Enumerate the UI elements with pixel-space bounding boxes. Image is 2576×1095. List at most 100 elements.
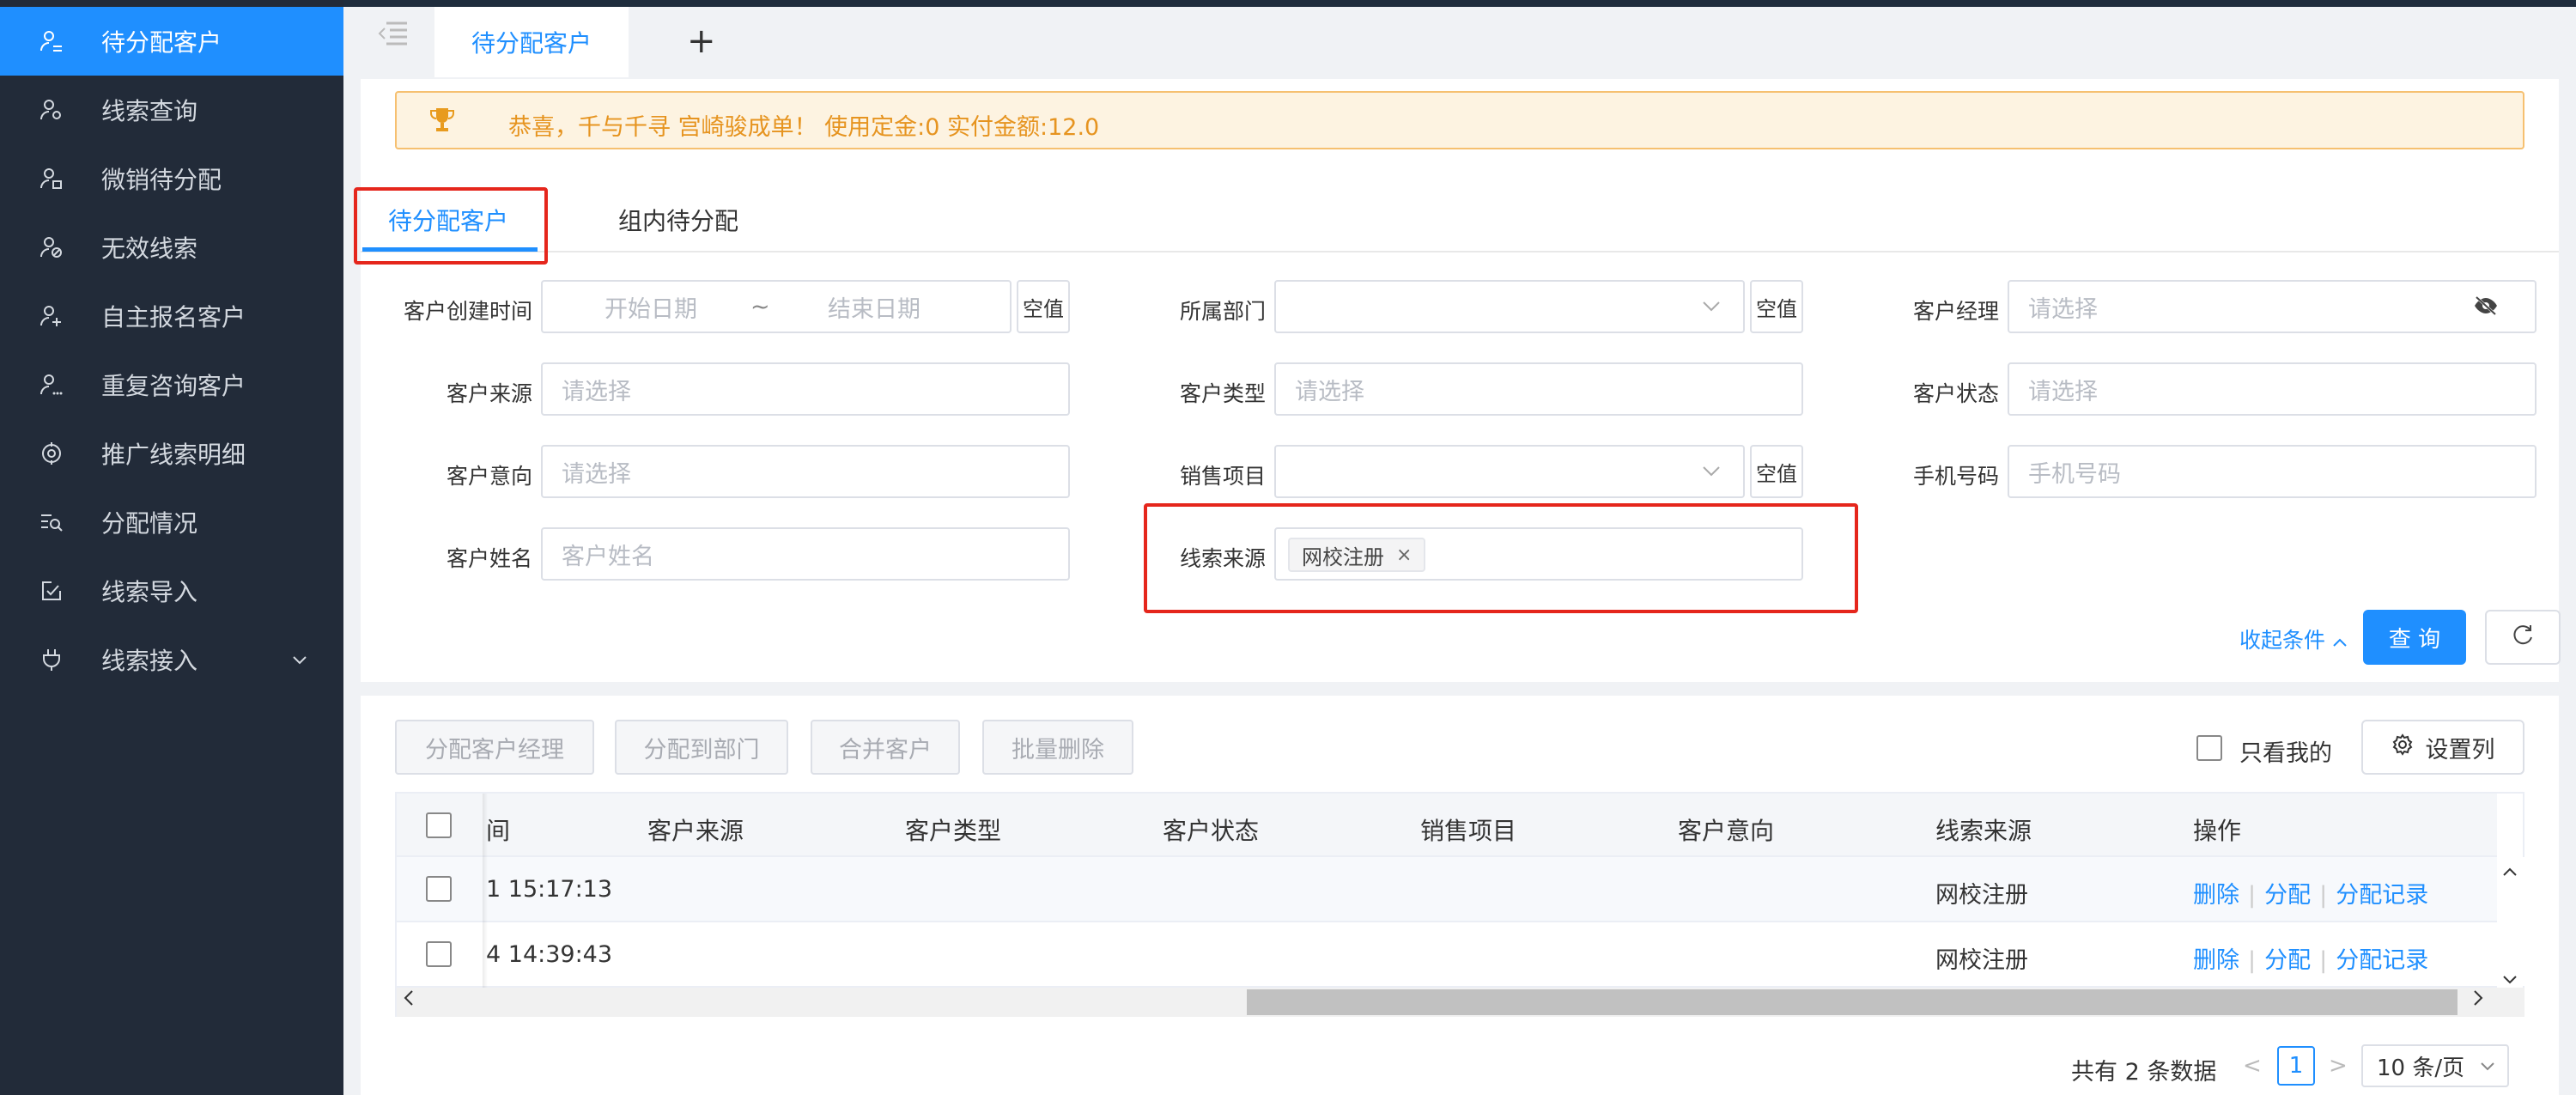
merge-customers-button[interactable]: 合并客户 [811, 720, 960, 775]
tab-group-pending[interactable]: 组内待分配 [618, 203, 738, 237]
horizontal-scrollbar[interactable] [397, 988, 2524, 1017]
department-label: 所属部门 [1179, 299, 1266, 324]
sidebar-item-lead-access[interactable]: 线索接入 [0, 625, 343, 694]
department-select[interactable] [1274, 280, 1745, 333]
source-select[interactable]: 请选择 [541, 362, 1070, 416]
type-placeholder: 请选择 [1295, 378, 1364, 405]
intent-label: 客户意向 [446, 464, 532, 489]
only-mine-label: 只看我的 [2239, 740, 2332, 767]
phone-placeholder: 手机号码 [2028, 460, 2121, 488]
fixed-column-shadow [483, 794, 488, 988]
scroll-up-icon[interactable] [2502, 861, 2518, 881]
status-label: 客户状态 [1912, 381, 1999, 406]
status-placeholder: 请选择 [2028, 378, 2098, 405]
name-input[interactable]: 客户姓名 [541, 527, 1070, 581]
select-all-checkbox[interactable] [426, 812, 452, 838]
query-button[interactable]: 查 询 [2363, 610, 2466, 665]
list-search-icon [38, 508, 65, 536]
sidebar-item-self-signup[interactable]: 自主报名客户 [0, 282, 343, 350]
chevron-down-icon [2480, 1055, 2495, 1076]
divider: | [2319, 947, 2328, 974]
refresh-button[interactable] [2485, 610, 2561, 665]
sidebar: 待分配客户 线索查询 微销待分配 无效线索 自主报名客户 重复咨询客户 推广线索… [0, 0, 343, 1095]
success-notice: 恭喜，千与千寻 宫崎骏成单！ 使用定金:0 实付金额:12.0 [395, 91, 2524, 149]
next-page-button[interactable]: > [2329, 1053, 2348, 1079]
sidebar-item-wechat-pending[interactable]: 微销待分配 [0, 144, 343, 213]
set-columns-button[interactable]: 设置列 [2361, 720, 2524, 775]
sidebar-item-repeat-inquiry[interactable]: 重复咨询客户 [0, 350, 343, 419]
intent-select[interactable]: 请选择 [541, 445, 1070, 498]
assign-log-link[interactable]: 分配记录 [2336, 947, 2428, 974]
type-select[interactable]: 请选择 [1274, 362, 1803, 416]
table-row[interactable]: 1 15:17:13 网校注册 删除 | 分配 | 分配记录 [397, 857, 2497, 922]
chevron-up-icon [2332, 628, 2348, 653]
menu-collapse-icon[interactable] [378, 19, 412, 53]
add-tab-button[interactable]: + [687, 24, 716, 58]
source-label: 客户来源 [446, 381, 532, 406]
cell-time: 1 15:17:13 [486, 876, 613, 903]
scroll-down-icon[interactable] [2502, 969, 2518, 989]
scroll-right-icon[interactable] [2473, 989, 2483, 1012]
sidebar-item-label: 线索接入 [101, 647, 198, 675]
sidebar-item-assign-status[interactable]: 分配情况 [0, 488, 343, 557]
batch-delete-button[interactable]: 批量删除 [982, 720, 1133, 775]
department-null-button[interactable]: 空值 [1750, 280, 1803, 333]
sidebar-item-lead-import[interactable]: 线索导入 [0, 557, 343, 625]
sidebar-item-promo-leads[interactable]: 推广线索明细 [0, 419, 343, 488]
user-signup-icon [38, 302, 65, 330]
assign-log-link[interactable]: 分配记录 [2336, 882, 2428, 909]
phone-input[interactable]: 手机号码 [2008, 445, 2537, 498]
tab-pending-customers[interactable]: 待分配客户 [434, 7, 629, 77]
page-size-value: 10 条/页 [2377, 1055, 2465, 1081]
table-row[interactable]: 4 14:39:43 网校注册 删除 | 分配 | 分配记录 [397, 922, 2497, 988]
page-size-select[interactable]: 10 条/页 [2361, 1044, 2509, 1087]
sidebar-item-pending-customers[interactable]: 待分配客户 [0, 7, 343, 76]
sidebar-item-label: 自主报名客户 [101, 303, 246, 332]
assign-manager-button[interactable]: 分配客户经理 [395, 720, 594, 775]
manager-placeholder: 请选择 [2028, 295, 2098, 323]
sidebar-item-invalid-leads[interactable]: 无效线索 [0, 213, 343, 282]
refresh-icon [2512, 623, 2534, 653]
create-time-range[interactable]: 开始日期 ~ 结束日期 [541, 280, 1012, 333]
column-header: 客户状态 [1163, 817, 1260, 845]
scroll-left-icon[interactable] [404, 989, 414, 1012]
sidebar-item-label: 待分配客户 [101, 28, 222, 57]
only-mine-checkbox[interactable] [2196, 735, 2222, 761]
row-checkbox[interactable] [426, 941, 452, 967]
source-placeholder: 请选择 [562, 378, 631, 405]
sales-project-select[interactable] [1274, 445, 1745, 498]
assign-link[interactable]: 分配 [2264, 947, 2311, 974]
column-header: 线索来源 [1935, 817, 2032, 845]
delete-link[interactable]: 删除 [2193, 882, 2239, 909]
page-number-current[interactable]: 1 [2277, 1046, 2315, 1086]
column-header: 客户类型 [905, 817, 1002, 845]
sidebar-item-label: 微销待分配 [101, 166, 222, 194]
sidebar-item-lead-query[interactable]: 线索查询 [0, 76, 343, 144]
prev-page-button[interactable]: < [2243, 1053, 2262, 1079]
column-header: 客户意向 [1678, 817, 1775, 845]
scrollbar-thumb[interactable] [1247, 989, 2458, 1015]
sidebar-item-label: 无效线索 [101, 234, 198, 263]
divider: | [2248, 882, 2257, 909]
pagination-total: 共有 2 条数据 [2071, 1059, 2217, 1086]
cell-time: 4 14:39:43 [486, 941, 613, 968]
chevron-down-icon [1702, 461, 1721, 483]
create-time-null-button[interactable]: 空值 [1017, 280, 1070, 333]
sidebar-item-label: 推广线索明细 [101, 441, 246, 469]
status-select[interactable]: 请选择 [2008, 362, 2537, 416]
user-invalid-icon [38, 234, 65, 261]
row-checkbox[interactable] [426, 876, 452, 902]
tab-bar [343, 7, 2576, 77]
trophy-icon [429, 106, 455, 138]
assign-link[interactable]: 分配 [2264, 882, 2311, 909]
eye-hidden-icon[interactable] [2473, 295, 2499, 322]
assign-department-button[interactable]: 分配到部门 [615, 720, 788, 775]
sales-project-null-button[interactable]: 空值 [1750, 445, 1803, 498]
manager-select[interactable]: 请选择 [2008, 280, 2537, 333]
set-columns-label: 设置列 [2425, 736, 2495, 763]
column-header: 客户来源 [647, 817, 744, 845]
collapse-filters-link[interactable]: 收起条件 [2239, 624, 2348, 654]
vertical-scrollbar[interactable] [2497, 857, 2524, 986]
sidebar-item-label: 分配情况 [101, 509, 198, 538]
delete-link[interactable]: 删除 [2193, 947, 2239, 974]
